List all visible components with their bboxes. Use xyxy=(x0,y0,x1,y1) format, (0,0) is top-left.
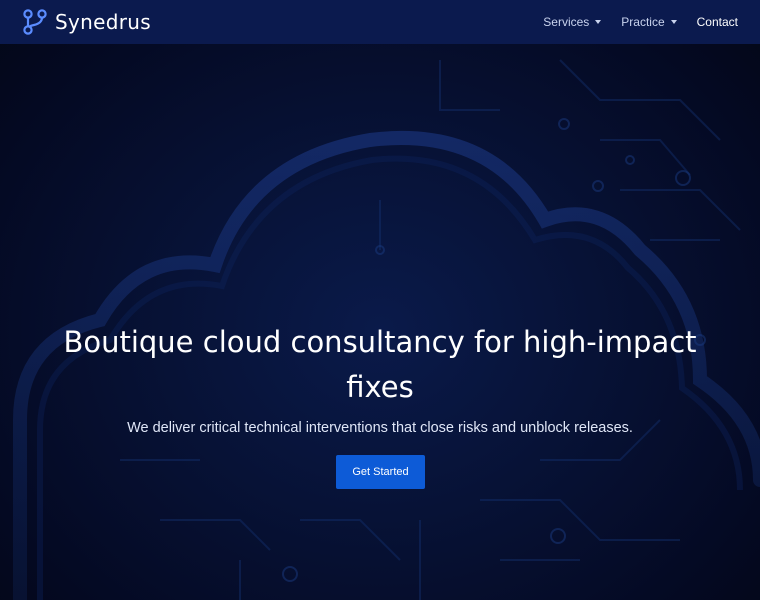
hero-subtitle: We deliver critical technical interventi… xyxy=(127,420,633,436)
nav-item-contact[interactable]: Contact xyxy=(697,15,738,29)
brand[interactable]: Synedrus xyxy=(22,9,151,35)
caret-down-icon xyxy=(670,20,677,24)
nav-links: Services Practice Contact xyxy=(543,15,738,29)
top-navbar: Synedrus Services Practice Contact xyxy=(0,0,760,44)
hero-title: Boutique cloud consultancy for high-impa… xyxy=(63,325,697,404)
nav-item-label: Practice xyxy=(621,15,665,29)
nav-item-services[interactable]: Services xyxy=(543,15,602,29)
get-started-button[interactable]: Get Started xyxy=(336,455,425,489)
git-branch-icon xyxy=(23,9,47,35)
nav-item-label: Contact xyxy=(696,15,738,29)
caret-down-icon xyxy=(595,20,602,24)
hero-section: Boutique cloud consultancy for high-impa… xyxy=(0,44,760,600)
nav-item-practice[interactable]: Practice xyxy=(621,15,677,29)
nav-item-label: Services xyxy=(543,15,590,29)
brand-name: Synedrus xyxy=(55,10,151,34)
